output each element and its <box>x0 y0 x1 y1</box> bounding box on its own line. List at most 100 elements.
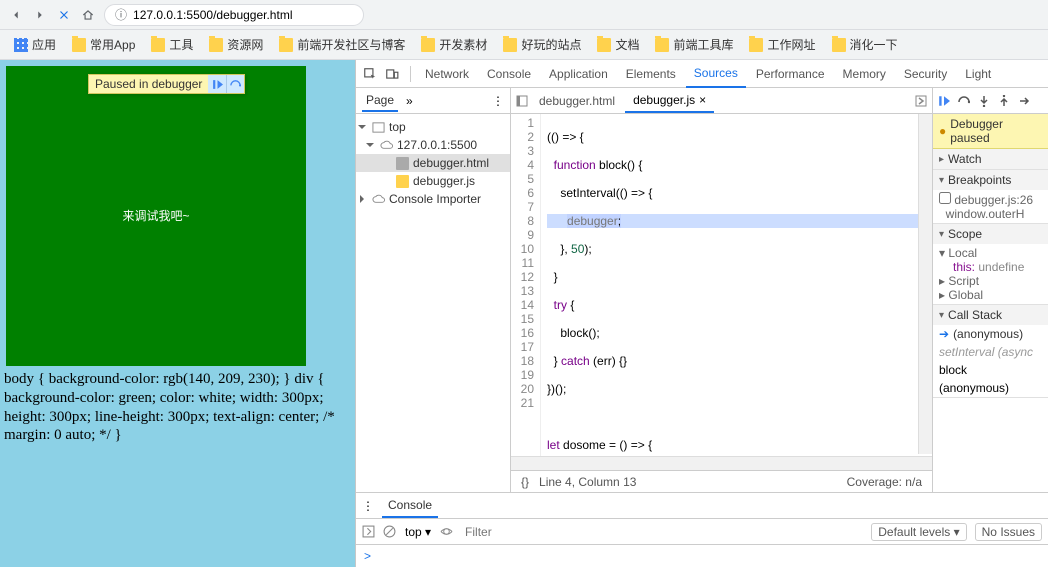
device-icon[interactable] <box>384 66 400 82</box>
filter-input[interactable] <box>461 523 863 541</box>
coverage-label: Coverage: n/a <box>847 475 922 489</box>
bookmark-item[interactable]: 工作网址 <box>743 34 821 55</box>
url-bar[interactable]: ⓘ 127.0.0.1:5500/debugger.html <box>104 4 364 26</box>
scope-script[interactable]: ▸ Script <box>939 274 1042 288</box>
section-watch[interactable]: ▸Watch <box>933 149 1048 169</box>
call-frame[interactable]: ➔(anonymous) <box>933 325 1048 343</box>
back-icon[interactable] <box>8 7 24 23</box>
tab-elements[interactable]: Elements <box>618 61 684 87</box>
folder-icon <box>279 38 293 52</box>
tab-performance[interactable]: Performance <box>748 61 833 87</box>
close-icon[interactable]: × <box>699 93 706 107</box>
scope-global[interactable]: ▸ Global <box>939 288 1042 302</box>
file-tab-html[interactable]: debugger.html <box>531 90 623 112</box>
tab-lighthouse[interactable]: Light <box>957 61 999 87</box>
bookmark-item[interactable]: 常用App <box>66 34 141 55</box>
step-over-icon[interactable] <box>957 94 971 108</box>
bookmark-item[interactable]: 消化一下 <box>826 34 904 55</box>
live-expr-icon[interactable] <box>440 525 453 538</box>
devtools: Network Console Application Elements Sou… <box>355 60 1048 567</box>
bookmark-item[interactable]: 开发素材 <box>415 34 493 55</box>
folder-icon <box>597 38 611 52</box>
bookmark-item[interactable]: 好玩的站点 <box>497 34 587 55</box>
step-over-button[interactable] <box>226 75 244 93</box>
tab-application[interactable]: Application <box>541 61 616 87</box>
braces-icon[interactable]: {} <box>521 475 529 489</box>
bookmark-item[interactable]: 工具 <box>145 34 199 55</box>
tab-network[interactable]: Network <box>417 61 477 87</box>
section-scope[interactable]: ▾Scope <box>933 224 1048 244</box>
source-editor: debugger.html debugger.js× 1234567891011… <box>511 88 933 492</box>
tab-console[interactable]: Console <box>479 61 539 87</box>
nav-menu-icon[interactable]: ⋮ <box>492 94 504 108</box>
tree-file-js[interactable]: debugger.js <box>356 172 510 190</box>
tab-memory[interactable]: Memory <box>835 61 894 87</box>
tree-frame[interactable]: top <box>356 118 510 136</box>
folder-icon <box>832 38 846 52</box>
step-into-icon[interactable] <box>977 94 991 108</box>
bookmark-item[interactable]: 前端工具库 <box>649 34 739 55</box>
call-frame[interactable]: setInterval (async <box>933 343 1048 361</box>
file-tree: top 127.0.0.1:5500 debugger.html debugge… <box>356 114 510 212</box>
code-area[interactable]: 123456789101112131415161718192021 (() =>… <box>511 114 932 470</box>
scope-local[interactable]: ▾ Local <box>939 246 1042 260</box>
cursor-pos: Line 4, Column 13 <box>539 475 636 489</box>
divider <box>410 66 411 82</box>
bp-checkbox[interactable] <box>939 192 951 204</box>
context-selector[interactable]: top ▾ <box>404 524 432 540</box>
forward-icon[interactable] <box>32 7 48 23</box>
vscroll[interactable] <box>918 114 932 454</box>
drawer-tab-console[interactable]: Console <box>382 494 438 518</box>
editor-more-icon[interactable] <box>914 94 928 108</box>
bookmark-item[interactable]: 资源网 <box>203 34 269 55</box>
call-frame[interactable]: (anonymous) <box>933 379 1048 397</box>
paused-label: Paused in debugger <box>89 77 208 91</box>
stop-icon[interactable] <box>56 7 72 23</box>
sidebar-toggle-icon[interactable] <box>362 525 375 538</box>
levels-select[interactable]: Default levels ▾ <box>871 523 966 541</box>
folder-icon <box>151 38 165 52</box>
debugger-banner: ●Debugger paused <box>933 114 1048 149</box>
nav-tab-page[interactable]: Page <box>362 90 398 112</box>
call-frame[interactable]: block <box>933 361 1048 379</box>
apps-icon <box>14 38 28 52</box>
page-viewport: 来调试我吧~ Paused in debugger body { backgro… <box>0 60 355 567</box>
editor-toggle-icon[interactable] <box>515 94 529 108</box>
hscroll[interactable] <box>511 456 932 470</box>
resume-icon[interactable] <box>937 94 951 108</box>
code-content[interactable]: (() => { function block() { setInterval(… <box>541 114 932 470</box>
url-text: 127.0.0.1:5500/debugger.html <box>133 8 292 22</box>
folder-icon <box>209 38 223 52</box>
step-icon[interactable] <box>1017 94 1031 108</box>
document-icon <box>396 157 409 170</box>
step-out-icon[interactable] <box>997 94 1011 108</box>
issues-button[interactable]: No Issues <box>975 523 1042 541</box>
tree-extension[interactable]: Console Importer <box>356 190 510 208</box>
file-tab-js[interactable]: debugger.js× <box>625 89 714 113</box>
clear-console-icon[interactable] <box>383 525 396 538</box>
editor-status: {} Line 4, Column 13 Coverage: n/a <box>511 470 932 492</box>
tree-file-html[interactable]: debugger.html <box>356 154 510 172</box>
tree-host[interactable]: 127.0.0.1:5500 <box>356 136 510 154</box>
console-drawer: ⋮ Console top ▾ Default levels ▾ No Issu… <box>356 492 1048 567</box>
inspect-icon[interactable] <box>362 66 378 82</box>
folder-icon <box>503 38 517 52</box>
section-breakpoints[interactable]: ▾Breakpoints <box>933 170 1048 190</box>
console-prompt[interactable]: > <box>356 545 1048 567</box>
bookmark-item[interactable]: 前端开发社区与博客 <box>273 34 411 55</box>
js-icon <box>396 175 409 188</box>
section-callstack[interactable]: ▾Call Stack <box>933 305 1048 325</box>
debug-controls <box>933 88 1048 114</box>
resume-button[interactable] <box>208 75 226 93</box>
bookmark-item[interactable]: 文档 <box>591 34 645 55</box>
apps-button[interactable]: 应用 <box>8 34 62 55</box>
tab-security[interactable]: Security <box>896 61 955 87</box>
breakpoint-item[interactable]: debugger.js:26 window.outerH <box>933 190 1048 223</box>
home-icon[interactable] <box>80 7 96 23</box>
tab-sources[interactable]: Sources <box>686 60 746 88</box>
drawer-menu-icon[interactable]: ⋮ <box>362 499 374 513</box>
demo-box: 来调试我吧~ <box>6 66 306 366</box>
cloud-icon <box>380 139 393 152</box>
nav-more[interactable]: » <box>406 94 413 108</box>
folder-icon <box>655 38 669 52</box>
